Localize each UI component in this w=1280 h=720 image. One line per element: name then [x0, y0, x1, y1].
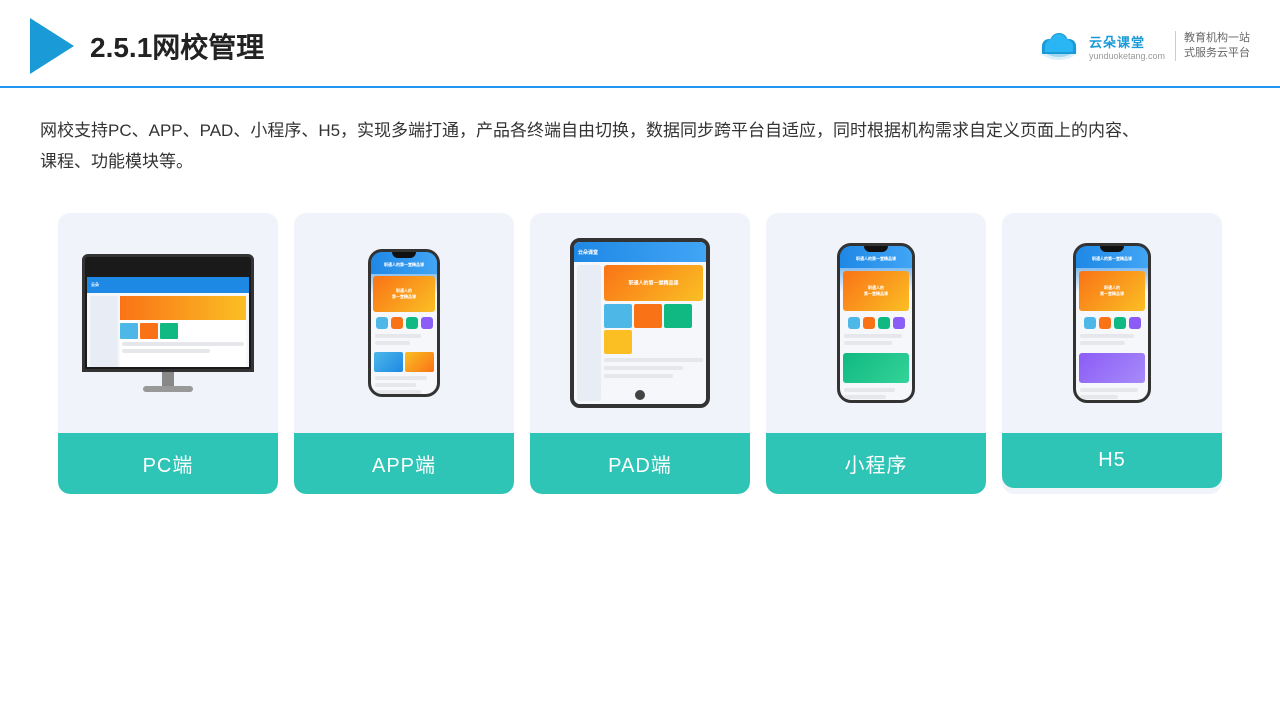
h5-label: H5 [1002, 433, 1222, 488]
monitor-card-2 [140, 323, 158, 339]
brand-url: yunduoketang.com [1089, 51, 1165, 61]
mini-icon-2 [863, 317, 875, 329]
h5-icon-1 [1084, 317, 1096, 329]
h5-icon-2 [1099, 317, 1111, 329]
pc-label: PC端 [58, 433, 278, 494]
icon-2 [391, 317, 403, 329]
pc-image-area: 云朵 [58, 213, 278, 433]
app-phone-mockup: 职通人的第一堂精品课 职通人的第一堂精品课 [368, 249, 440, 397]
pc-mockup: 云朵 [78, 254, 258, 392]
monitor: 云朵 [82, 254, 254, 372]
monitor-card-3 [160, 323, 178, 339]
mini-icon-3 [878, 317, 890, 329]
monitor-stand [162, 372, 174, 386]
mini-lines-2 [840, 386, 912, 400]
mini-icons [840, 314, 912, 332]
h5-screen: 职通人的第一堂精品课 职通人的第一堂精品课 [1076, 246, 1148, 400]
tab-card-4 [604, 330, 632, 354]
cards-row: 云朵 [40, 213, 1240, 494]
tablet-top-bar: 云朵课堂 [574, 242, 706, 262]
tab-card-2 [634, 304, 662, 328]
phone-notch [392, 252, 416, 258]
h5-icon-3 [1114, 317, 1126, 329]
tab-card-1 [604, 304, 632, 328]
logo-triangle-icon [30, 18, 74, 74]
phone-lines [371, 332, 437, 350]
page-title: 2.5.1网校管理 [90, 26, 264, 66]
icon-3 [406, 317, 418, 329]
miniprogram-label: 小程序 [766, 433, 986, 494]
phone-banner: 职通人的第一堂精品课 [373, 276, 435, 312]
phone-icons [371, 314, 437, 332]
monitor-banner [120, 296, 246, 320]
tablet-content: 职通人的第一堂精品课 [574, 262, 706, 404]
app-image-area: 职通人的第一堂精品课 职通人的第一堂精品课 [294, 213, 514, 433]
miniprogram-card: 职通人的第一堂精品课 职通人的第一堂精品课 [766, 213, 986, 494]
phone-card-1 [374, 352, 403, 372]
mini-notch [864, 246, 888, 252]
brand-slogan: 教育机构一站式服务云平台 [1175, 31, 1250, 62]
header-right: 云朵课堂 yunduoketang.com 教育机构一站式服务云平台 [1035, 30, 1250, 62]
mini-icon-4 [893, 317, 905, 329]
cloud-icon [1035, 30, 1083, 62]
phone-card-2 [405, 352, 434, 372]
header: 2.5.1网校管理 [0, 0, 1280, 88]
pad-card: 云朵课堂 职通人的第一堂精品课 [530, 213, 750, 494]
icon-1 [376, 317, 388, 329]
h5-notch [1100, 246, 1124, 252]
tablet-main: 职通人的第一堂精品课 [604, 265, 703, 401]
description-text: 网校支持PC、APP、PAD、小程序、H5，实现多端打通，产品各终端自由切换，数… [40, 116, 1140, 177]
monitor-base [143, 386, 193, 392]
monitor-main [120, 296, 246, 367]
cloud-logo: 云朵课堂 yunduoketang.com 教育机构一站式服务云平台 [1035, 30, 1250, 62]
pad-image-area: 云朵课堂 职通人的第一堂精品课 [530, 213, 750, 433]
mini-lines [840, 332, 912, 350]
h5-lines [1076, 332, 1148, 350]
mini-screen: 职通人的第一堂精品课 职通人的第一堂精品课 [840, 246, 912, 400]
mini-banner: 职通人的第一堂精品课 [843, 271, 909, 311]
monitor-sidebar [90, 296, 118, 367]
brand-name: 云朵课堂 [1089, 32, 1145, 51]
tablet-mockup: 云朵课堂 职通人的第一堂精品课 [570, 238, 710, 408]
h5-phone: 职通人的第一堂精品课 职通人的第一堂精品课 [1073, 243, 1151, 403]
h5-icon-4 [1129, 317, 1141, 329]
tablet-screen: 云朵课堂 职通人的第一堂精品课 [574, 242, 706, 404]
pc-card: 云朵 [58, 213, 278, 494]
h5-banner: 职通人的第一堂精品课 [1079, 271, 1145, 311]
h5-lines-2 [1076, 386, 1148, 400]
phone-screen: 职通人的第一堂精品课 职通人的第一堂精品课 [371, 252, 437, 394]
miniprogram-image-area: 职通人的第一堂精品课 职通人的第一堂精品课 [766, 213, 986, 433]
monitor-card-1 [120, 323, 138, 339]
tablet-home-btn [635, 390, 645, 400]
monitor-content [87, 293, 249, 367]
pad-label: PAD端 [530, 433, 750, 494]
monitor-cards [120, 323, 246, 339]
miniprogram-phone: 职通人的第一堂精品课 职通人的第一堂精品课 [837, 243, 915, 403]
tab-card-3 [664, 304, 692, 328]
app-label: APP端 [294, 433, 514, 494]
monitor-screen: 云朵 [87, 277, 249, 367]
icon-4 [421, 317, 433, 329]
header-left: 2.5.1网校管理 [30, 18, 264, 74]
tablet-banner: 职通人的第一堂精品课 [604, 265, 703, 301]
phone-cards [371, 350, 437, 374]
h5-icons [1076, 314, 1148, 332]
h5-image-area: 职通人的第一堂精品课 职通人的第一堂精品课 [1002, 213, 1222, 433]
app-card: 职通人的第一堂精品课 职通人的第一堂精品课 [294, 213, 514, 494]
phone-lines-2 [371, 374, 437, 394]
brand-text: 云朵课堂 yunduoketang.com [1089, 32, 1165, 61]
mini-icon-1 [848, 317, 860, 329]
monitor-top-bar: 云朵 [87, 277, 249, 293]
tablet-cards [604, 304, 703, 354]
h5-card: 职通人的第一堂精品课 职通人的第一堂精品课 [1002, 213, 1222, 494]
main-content: 网校支持PC、APP、PAD、小程序、H5，实现多端打通，产品各终端自由切换，数… [0, 88, 1280, 514]
tablet-sidebar [577, 265, 601, 401]
